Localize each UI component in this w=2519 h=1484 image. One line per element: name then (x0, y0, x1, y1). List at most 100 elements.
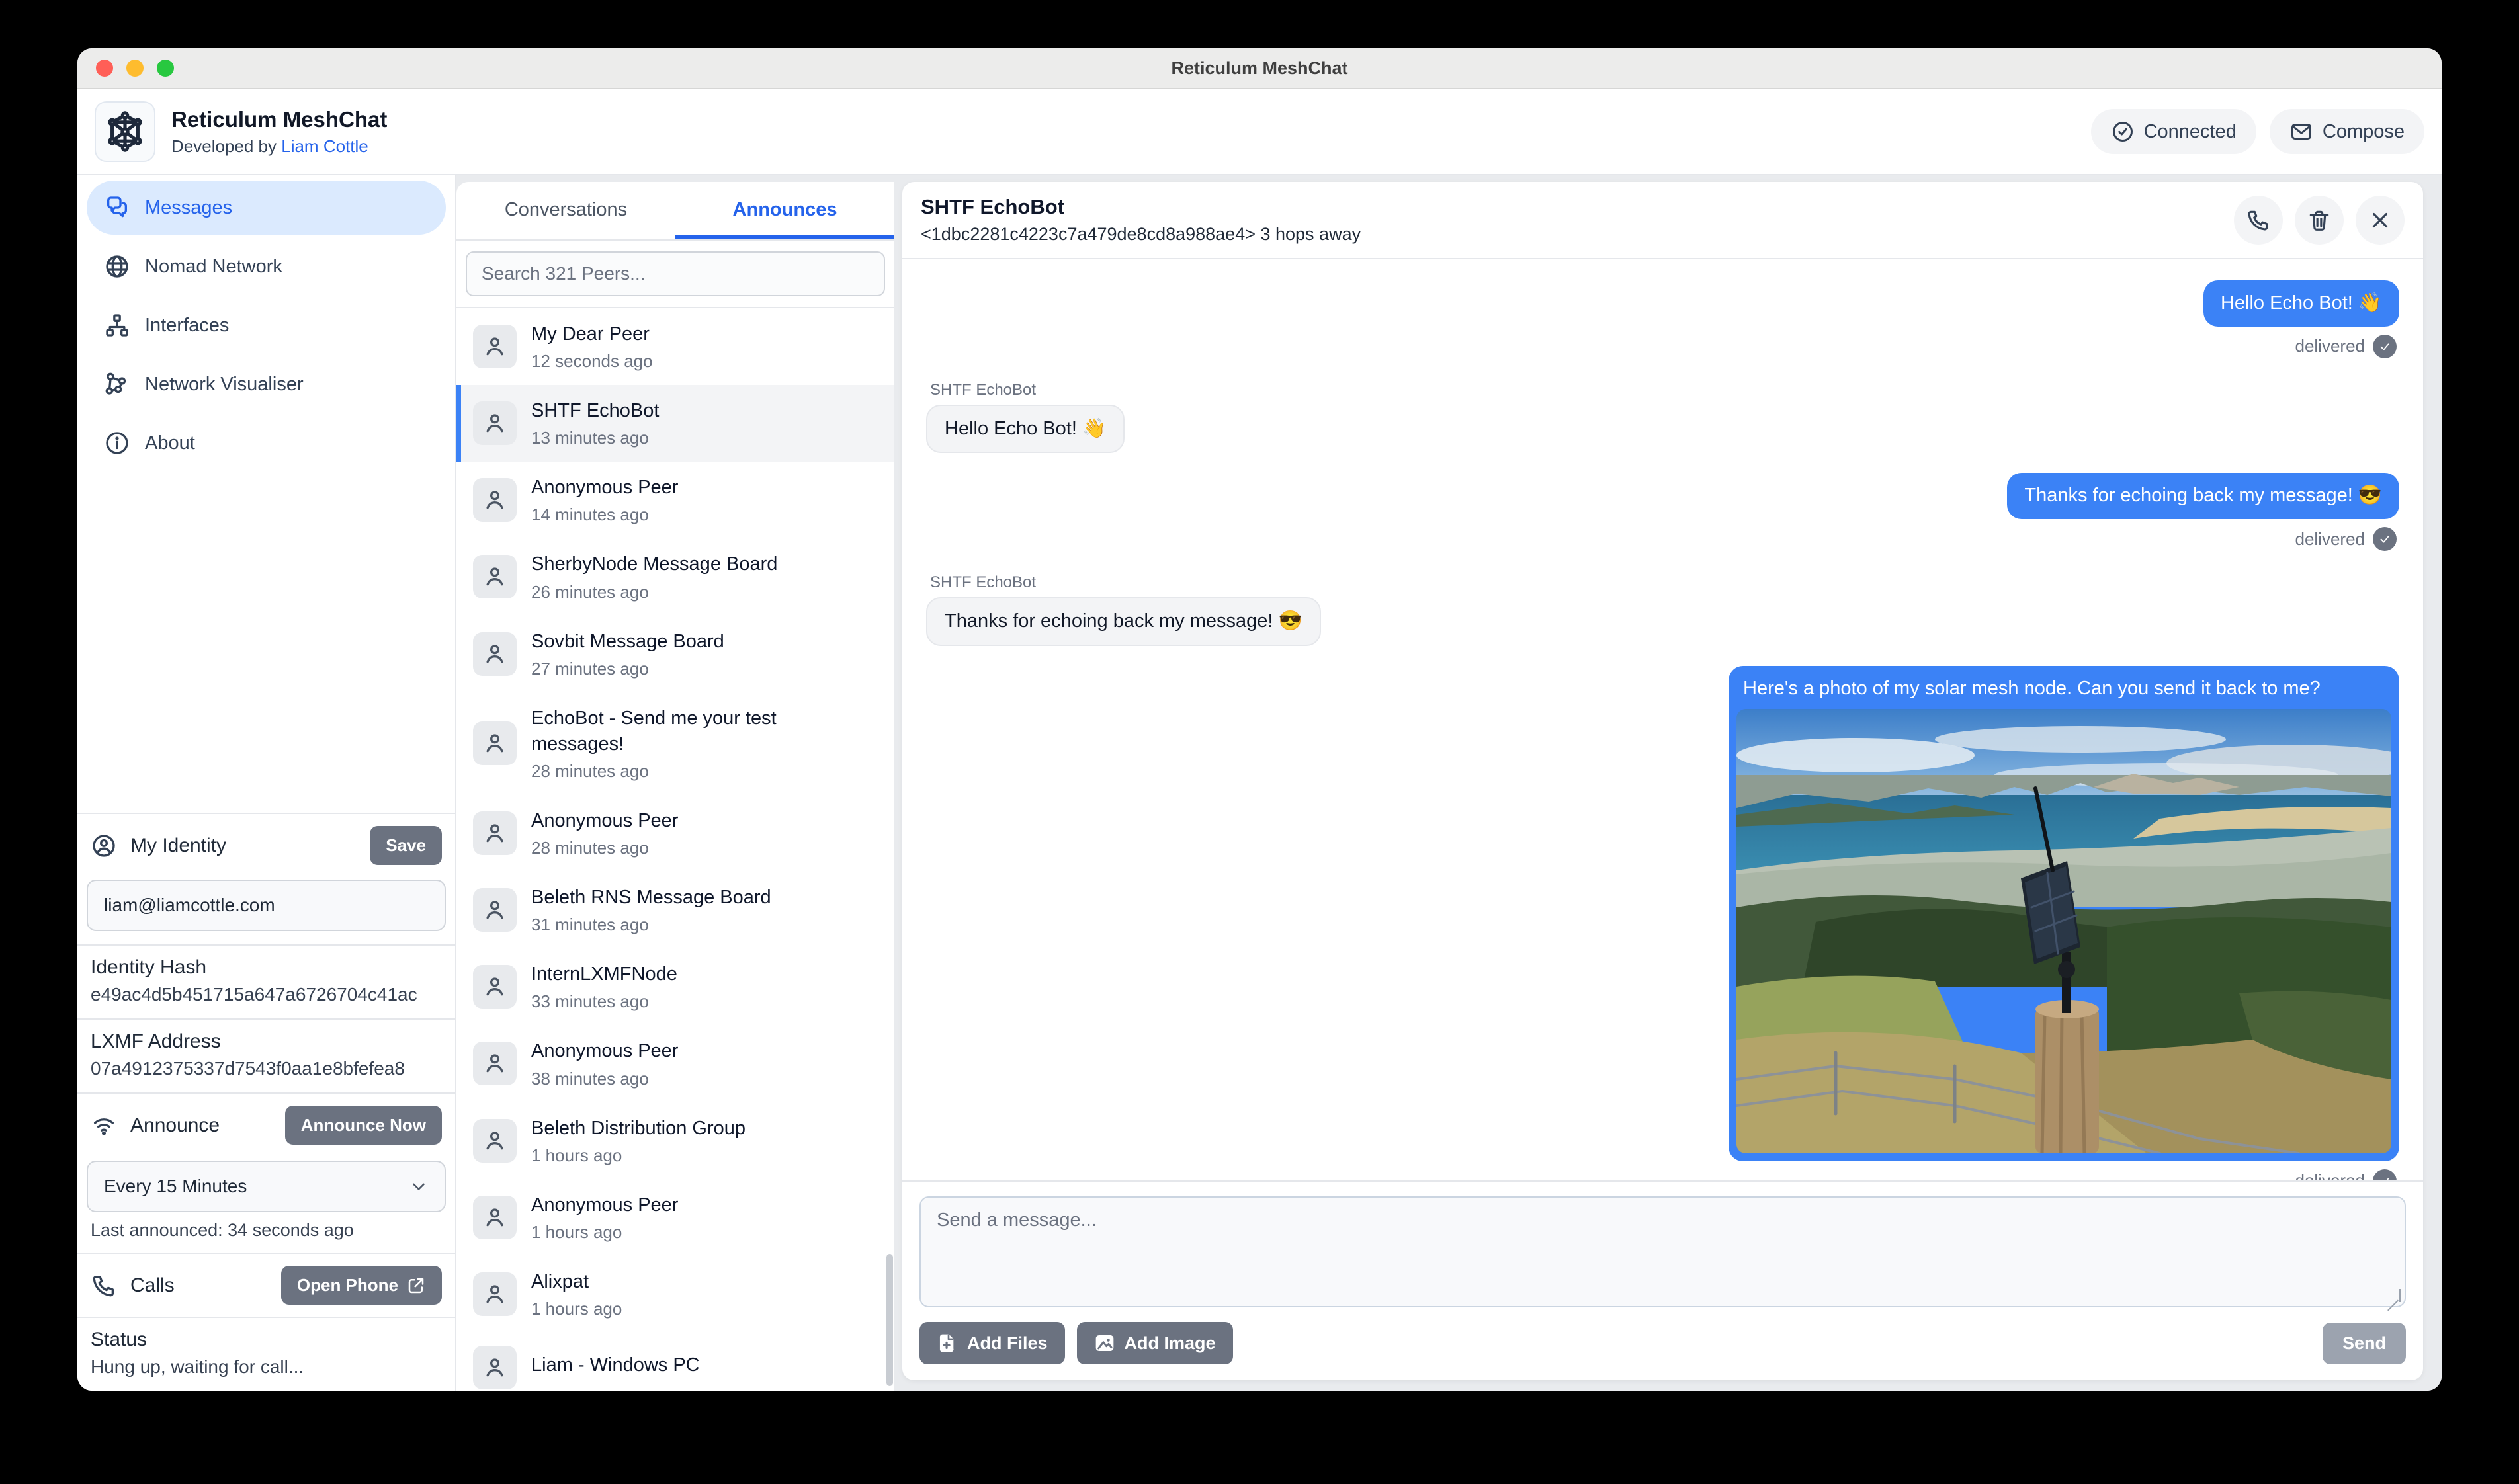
sent-message-bubble: Hello Echo Bot! 👋 (2203, 280, 2399, 327)
person-icon (482, 410, 508, 436)
add-files-button[interactable]: Add Files (919, 1322, 1065, 1364)
peer-time: 13 minutes ago (531, 428, 659, 448)
peer-time: 1 hours ago (531, 1299, 622, 1319)
person-icon (482, 1281, 508, 1307)
list-item[interactable]: EchoBot - Send me your test messages!28 … (456, 692, 894, 795)
phone-icon (2246, 208, 2271, 233)
message-input[interactable]: Send a message... (919, 1196, 2406, 1307)
list-item[interactable]: Anonymous Peer 1 hours ago (456, 1179, 894, 1256)
announce-title: Announce (130, 1114, 272, 1137)
desktop-background: Reticulum MeshChat Reticulum MeshChat (0, 0, 2519, 1484)
list-item[interactable]: Beleth RNS Message Board31 minutes ago (456, 872, 894, 948)
file-plus-icon (937, 1333, 958, 1354)
conversation-panel: SHTF EchoBot <1dbc2281c4223c7a479de8cd8a… (902, 182, 2423, 1380)
add-image-button[interactable]: Add Image (1077, 1322, 1233, 1364)
avatar (473, 811, 517, 855)
compose-label: Compose (2323, 121, 2405, 143)
developer-link[interactable]: Liam Cottle (281, 136, 368, 156)
list-item[interactable]: Anonymous Peer14 minutes ago (456, 462, 894, 538)
delivered-check-icon (2373, 527, 2397, 551)
sidebar-item-network-visualiser[interactable]: Network Visualiser (87, 357, 446, 411)
list-item[interactable]: SherbyNode Message Board26 minutes ago (456, 538, 894, 615)
chat-bubbles-icon (104, 194, 130, 221)
peer-name: Alixpat (531, 1269, 622, 1295)
call-button[interactable] (2234, 196, 2283, 245)
peer-time: 14 minutes ago (531, 505, 678, 525)
message-sender-label: SHTF EchoBot (930, 381, 1036, 399)
identity-hash-value: e49ac4d5b451715a647a6726704c41ac (91, 984, 442, 1005)
tab-announces[interactable]: Announces (675, 182, 894, 239)
sidebar-item-label: About (145, 433, 195, 454)
peer-time: 33 minutes ago (531, 991, 677, 1012)
person-icon (482, 641, 508, 667)
attached-photo[interactable] (1736, 709, 2391, 1153)
peer-name: InternLXMFNode (531, 962, 677, 987)
connected-status-button[interactable]: Connected (2091, 109, 2256, 154)
list-item[interactable]: Sovbit Message Board27 minutes ago (456, 616, 894, 692)
person-icon (482, 1354, 508, 1381)
delivered-label: delivered (2295, 336, 2365, 356)
hierarchy-icon (104, 312, 130, 339)
list-item-selected[interactable]: SHTF EchoBot13 minutes ago (456, 385, 894, 462)
sidebar-item-about[interactable]: About (87, 416, 446, 470)
open-phone-button[interactable]: Open Phone (281, 1266, 442, 1305)
app-header: Reticulum MeshChat Developed by Liam Cot… (77, 89, 2442, 175)
delete-conversation-button[interactable] (2295, 196, 2344, 245)
announce-interval-select[interactable]: Every 15 Minutes (87, 1161, 446, 1212)
phone-icon (91, 1272, 117, 1299)
close-conversation-button[interactable] (2356, 196, 2405, 245)
person-icon (482, 1128, 508, 1154)
trash-icon (2307, 208, 2332, 233)
lxmf-address-value: 07a4912375337d7543f0aa1e8bfefea8 (91, 1058, 442, 1079)
received-message-bubble: Hello Echo Bot! 👋 (926, 405, 1125, 454)
list-item[interactable]: InternLXMFNode 33 minutes ago (456, 948, 894, 1025)
avatar (473, 555, 517, 598)
peer-name: SherbyNode Message Board (531, 552, 777, 577)
sidebar-item-nomad-network[interactable]: Nomad Network (87, 239, 446, 294)
status-label: Status (91, 1329, 442, 1351)
sent-message-bubble: Thanks for echoing back my message! 😎 (2007, 473, 2399, 519)
check-circle-icon (2111, 120, 2135, 144)
close-icon (2368, 208, 2393, 233)
peer-name: My Dear Peer (531, 321, 653, 347)
add-files-label: Add Files (967, 1333, 1048, 1354)
person-icon (482, 897, 508, 923)
scrollbar-thumb[interactable] (886, 1254, 893, 1386)
list-item[interactable]: Anonymous Peer28 minutes ago (456, 795, 894, 872)
search-input[interactable]: Search 321 Peers... (466, 251, 885, 296)
list-item[interactable]: My Dear Peer12 seconds ago (456, 308, 894, 385)
send-button[interactable]: Send (2323, 1323, 2406, 1364)
sidebar-item-messages[interactable]: Messages (87, 181, 446, 235)
announce-now-button[interactable]: Announce Now (285, 1106, 442, 1145)
peer-name: Beleth Distribution Group (531, 1116, 746, 1141)
add-image-label: Add Image (1125, 1333, 1216, 1354)
sidebar-nav: Messages Nomad Network Interfaces Networ… (77, 175, 455, 480)
avatar (473, 632, 517, 676)
list-item[interactable]: Alixpat 1 hours ago (456, 1256, 894, 1333)
avatar (473, 325, 517, 368)
list-item[interactable]: Anonymous Peer38 minutes ago (456, 1025, 894, 1102)
peer-name: Anonymous Peer (531, 1192, 678, 1218)
list-item[interactable]: Liam - Windows PC (456, 1333, 894, 1391)
list-item[interactable]: Beleth Distribution Group1 hours ago (456, 1102, 894, 1179)
image-caption: Here's a photo of my solar mesh node. Ca… (1736, 674, 2391, 709)
sidebar-item-interfaces[interactable]: Interfaces (87, 298, 446, 352)
announces-list: My Dear Peer12 seconds ago SHTF EchoBot1… (456, 308, 894, 1391)
avatar (473, 401, 517, 445)
avatar (473, 1042, 517, 1085)
compose-button[interactable]: Compose (2270, 109, 2424, 154)
chat-column: SHTF EchoBot <1dbc2281c4223c7a479de8cd8a… (894, 175, 2442, 1391)
avatar (473, 1272, 517, 1316)
resize-handle[interactable] (2387, 1289, 2401, 1302)
delivered-check-icon (2373, 1169, 2397, 1180)
chevron-down-icon (409, 1176, 429, 1196)
delivery-status: delivered (2295, 335, 2397, 358)
tab-conversations[interactable]: Conversations (456, 182, 675, 239)
status-section: Status Hung up, waiting for call... (77, 1317, 455, 1391)
message-history[interactable]: Hello Echo Bot! 👋 delivered SHTF EchoBot… (902, 259, 2423, 1180)
peer-time: 38 minutes ago (531, 1069, 678, 1089)
save-button[interactable]: Save (370, 826, 442, 865)
peer-time: 1 hours ago (531, 1222, 678, 1243)
peer-name: Sovbit Message Board (531, 629, 724, 655)
display-name-input[interactable]: liam@liamcottle.com (87, 880, 446, 931)
